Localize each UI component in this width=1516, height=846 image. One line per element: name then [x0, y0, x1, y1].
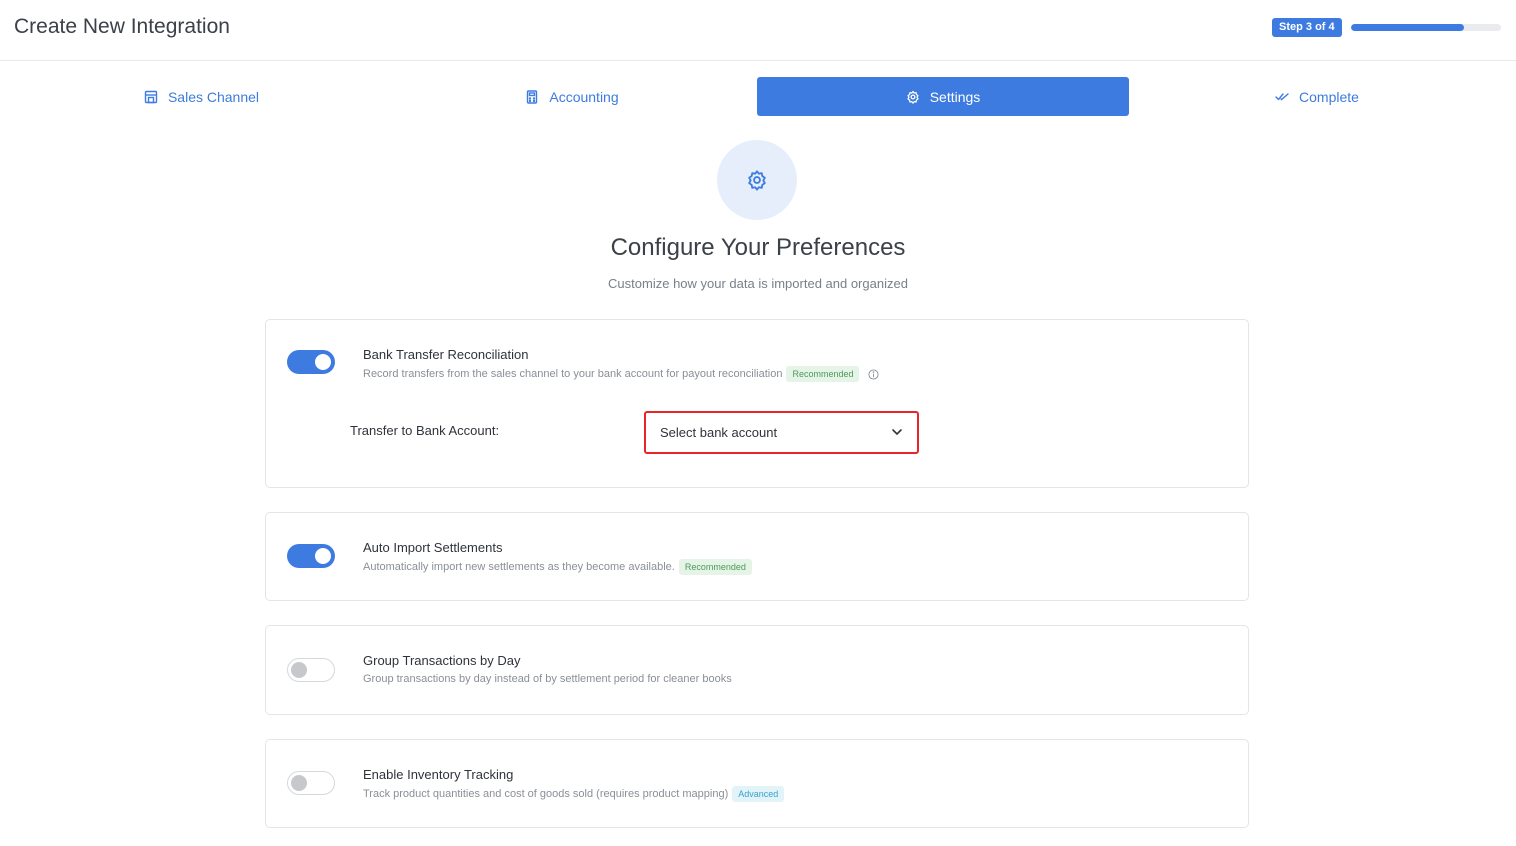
- option-title: Enable Inventory Tracking: [363, 767, 514, 782]
- toggle-knob: [315, 548, 331, 564]
- section-title: Configure Your Preferences: [610, 234, 906, 261]
- double-check-icon: [1275, 92, 1289, 101]
- hero-icon-circle: [717, 140, 797, 220]
- tab-label: Settings: [929, 88, 981, 105]
- calculator-icon: [527, 89, 538, 104]
- gear-icon: [748, 170, 766, 191]
- recommended-badge: Recommended: [786, 366, 860, 382]
- toggle-knob: [291, 662, 307, 678]
- option-description: Track product quantities and cost of goo…: [363, 786, 785, 802]
- option-title: Auto Import Settlements: [363, 540, 503, 555]
- option-title: Group Transactions by Day: [363, 653, 521, 668]
- tab-complete[interactable]: Complete: [1262, 77, 1372, 116]
- step-badge: Step 3 of 4: [1272, 18, 1342, 37]
- progress-fill: [1351, 24, 1464, 31]
- page-title: Create New Integration: [14, 15, 230, 38]
- bank-account-label: Transfer to Bank Account:: [350, 423, 500, 438]
- group-transactions-toggle[interactable]: [287, 658, 335, 682]
- recommended-badge: Recommended: [678, 559, 752, 575]
- advanced-badge: Advanced: [732, 786, 785, 802]
- option-card-auto-import: Auto Import Settlements Automatically im…: [265, 512, 1249, 601]
- gear-icon: [907, 90, 919, 104]
- auto-import-toggle[interactable]: [287, 544, 335, 568]
- progress-bar: [1351, 24, 1501, 31]
- section-subtitle: Customize how your data is imported and …: [608, 276, 908, 291]
- option-card-inventory-tracking: Enable Inventory Tracking Track product …: [265, 739, 1249, 828]
- option-card-bank-transfer: Bank Transfer Reconciliation Record tran…: [265, 319, 1249, 488]
- option-description: Group transactions by day instead of by …: [363, 673, 732, 685]
- option-title: Bank Transfer Reconciliation: [363, 347, 529, 362]
- store-icon: [144, 90, 158, 103]
- option-description-text: Group transactions by day instead of by …: [363, 673, 732, 685]
- inventory-tracking-toggle[interactable]: [287, 771, 335, 795]
- toggle-knob: [315, 354, 331, 370]
- tab-label: Sales Channel: [167, 88, 260, 105]
- tab-settings[interactable]: Settings: [757, 77, 1129, 116]
- toggle-knob: [291, 775, 307, 791]
- bank-account-select[interactable]: Select bank account: [644, 411, 919, 454]
- select-placeholder: Select bank account: [660, 425, 778, 440]
- tab-sales-channel[interactable]: Sales Channel: [129, 77, 274, 116]
- option-description-text: Track product quantities and cost of goo…: [363, 788, 729, 800]
- option-description-text: Automatically import new settlements as …: [363, 561, 675, 573]
- header: Create New Integration Step 3 of 4: [0, 0, 1516, 61]
- tab-accounting[interactable]: Accounting: [512, 77, 632, 116]
- info-icon[interactable]: [868, 368, 880, 380]
- option-description: Automatically import new settlements as …: [363, 559, 752, 575]
- tab-label: Complete: [1299, 88, 1359, 105]
- bank-transfer-toggle[interactable]: [287, 350, 335, 374]
- tab-label: Accounting: [549, 88, 619, 105]
- option-description: Record transfers from the sales channel …: [363, 366, 880, 382]
- wizard-steps: Sales Channel Accounting Settings Comple…: [0, 77, 1516, 116]
- option-description-text: Record transfers from the sales channel …: [363, 368, 783, 380]
- chevron-down-icon: [892, 429, 902, 436]
- option-card-group-transactions: Group Transactions by Day Group transact…: [265, 625, 1249, 715]
